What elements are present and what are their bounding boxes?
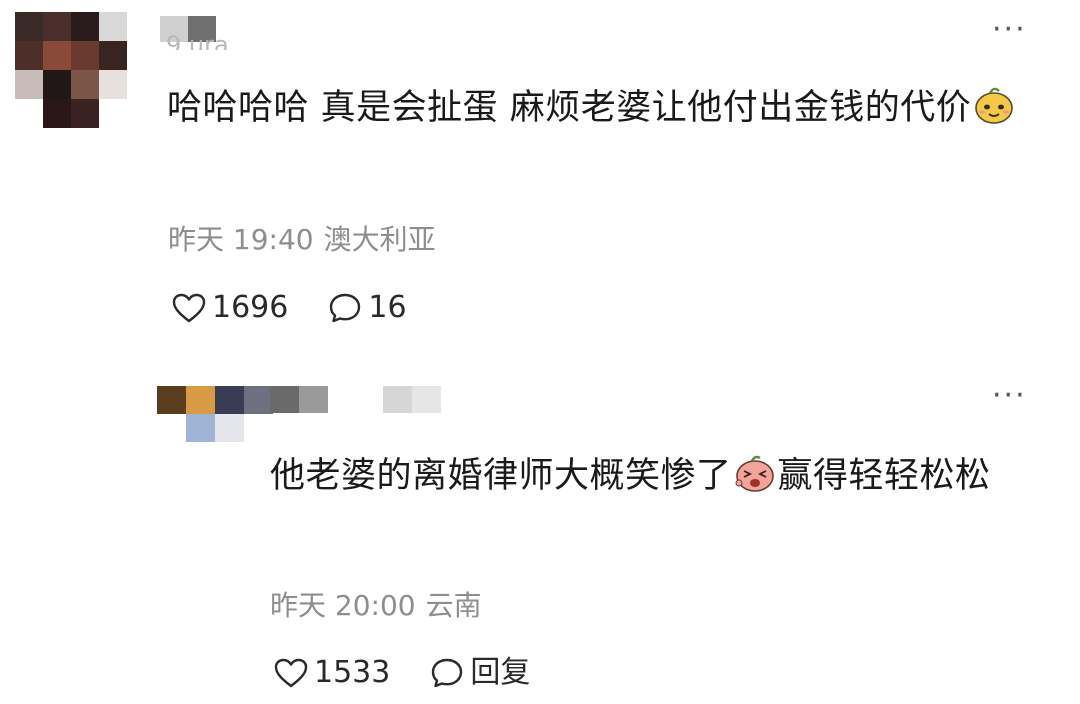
location: 澳大利亚 xyxy=(323,223,436,256)
comment-text: 他老婆的离婚律师大概笑惨了 赢得轻轻松松 xyxy=(270,446,1060,506)
comment-meta: 昨天 20:00 云南 xyxy=(270,588,482,624)
more-dots-icon[interactable]: ··· xyxy=(992,381,1027,411)
comment-thread: 9.ura ··· 哈哈哈哈 真是会扯蛋 麻烦老婆让他付出金钱的代价 昨天 19… xyxy=(0,0,1080,704)
smiling-face-emoji xyxy=(975,87,1014,124)
comment-actions: 1533 回复 xyxy=(274,655,530,691)
comment-body-part2: 赢得轻轻松松 xyxy=(777,456,991,496)
username-fragment: 9.ura xyxy=(166,32,229,50)
like-button[interactable]: 1533 xyxy=(274,655,390,691)
speech-bubble-icon xyxy=(330,293,361,323)
heart-outline-icon xyxy=(172,293,206,323)
comment-text: 哈哈哈哈 真是会扯蛋 麻烦老婆让他付出金钱的代价 xyxy=(167,78,1047,138)
user-tag-blurred xyxy=(383,386,441,413)
comment-actions: 1696 16 xyxy=(172,290,407,326)
like-button[interactable]: 1696 xyxy=(172,290,288,326)
location: 云南 xyxy=(425,589,482,622)
reply-label: 回复 xyxy=(470,655,531,690)
heart-outline-icon xyxy=(274,658,308,688)
more-dots-icon[interactable]: ··· xyxy=(992,15,1027,45)
reply-count: 16 xyxy=(368,290,407,325)
comment-body-part1: 他老婆的离婚律师大概笑惨了 xyxy=(270,456,732,496)
comment-body: 哈哈哈哈 真是会扯蛋 麻烦老婆让他付出金钱的代价 xyxy=(167,88,972,128)
avatar[interactable] xyxy=(157,386,273,442)
speech-bubble-icon xyxy=(432,658,463,688)
timestamp: 昨天 20:00 xyxy=(270,589,416,622)
laughing-pig-emoji xyxy=(735,455,774,492)
like-count: 1696 xyxy=(212,290,289,325)
comment-meta: 昨天 19:40 澳大利亚 xyxy=(168,222,436,258)
reply-button[interactable]: 回复 xyxy=(430,655,530,691)
username-blurred[interactable] xyxy=(270,386,328,413)
timestamp: 昨天 19:40 xyxy=(168,223,314,256)
avatar[interactable] xyxy=(15,12,127,128)
comment-button[interactable]: 16 xyxy=(328,290,407,326)
like-count: 1533 xyxy=(314,655,391,690)
